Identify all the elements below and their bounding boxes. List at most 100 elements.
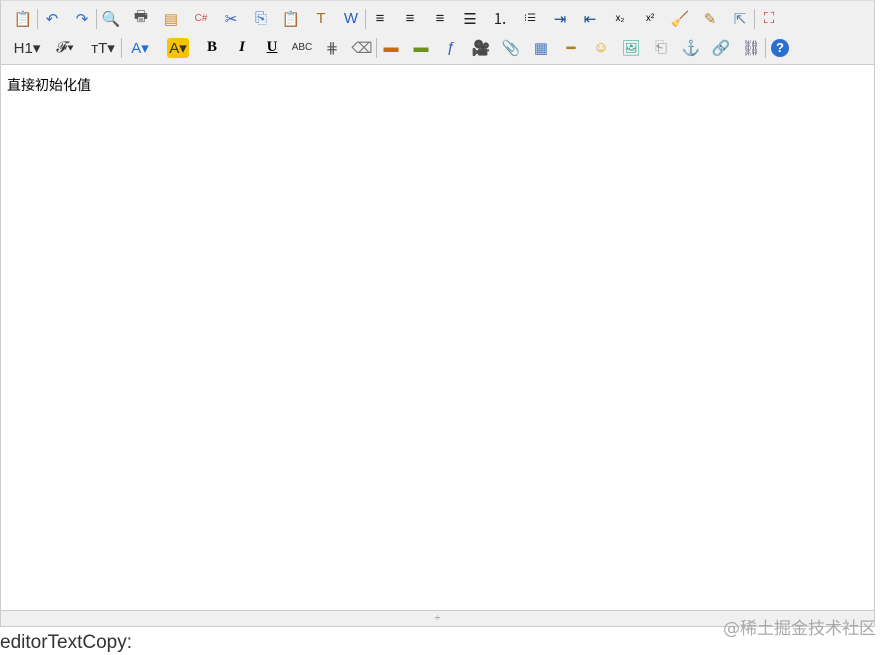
cut-button[interactable]: ✂ [216,7,246,31]
redo-icon: ↷ [75,10,89,28]
image-button[interactable]: ▬ [376,36,406,60]
preview-icon: 🔍 [101,10,121,28]
insertunorderedlist-icon: ⁝☰ [523,13,537,24]
justifyleft-icon: ≡ [375,10,385,27]
indent-button[interactable]: ⇥ [545,7,575,31]
justifyfull-icon: ☰ [463,10,477,28]
fullscreen-button[interactable]: ⛶ [754,7,784,31]
emoticons-icon: ☺ [593,39,609,56]
print-icon: 🖶 [133,8,149,25]
media-button[interactable]: 🎥 [466,36,496,60]
resize-handle-icon[interactable]: ÷ [435,613,441,624]
superscript-icon: x² [645,13,655,24]
baidumap-icon: 🖼 [621,39,641,57]
code-button[interactable]: C# [186,7,216,31]
wordpaste-button[interactable]: W [336,7,366,31]
template-button[interactable]: ▤ [156,7,186,31]
about-icon: ? [771,38,789,57]
strikethrough-button[interactable]: ABC [287,36,317,60]
insertfile-icon: 📎 [501,39,521,57]
insertunorderedlist-button[interactable]: ⁝☰ [515,7,545,31]
formatblock-label: H1▾ [13,39,41,57]
forecolor-button[interactable]: A▾ [121,36,159,60]
copy-button[interactable]: ⎘ [246,7,276,31]
code-icon: C# [194,13,208,24]
justifycenter-button[interactable]: ≡ [395,7,425,31]
removeformat-button[interactable]: ⌫ [347,36,377,60]
multiimage-button[interactable]: ▬ [406,36,436,60]
source-icon: 📋 [13,10,33,28]
flash-icon: ƒ [446,39,456,56]
pagebreak-button[interactable]: ⎗ [646,36,676,60]
baidumap-button[interactable]: 🖼 [616,36,646,60]
insertfile-button[interactable]: 📎 [496,36,526,60]
redo-button[interactable]: ↷ [67,7,97,31]
fontsize-button[interactable]: тT▾ [84,36,122,60]
hilitecolor-label: A▾ [167,37,189,58]
bold-button[interactable]: B [197,36,227,60]
toolbar-row-1: 📋 ↶ ↷ 🔍 🖶 ▤ C# ✂ ⎘ 📋 T W ≡ ≡ ≡ ☰ ⒈ ⁝☰ ⇥ ⇤ x₂ x² 🧹 ✎ ⇱ ⛶ [8,4,874,33]
wordpaste-icon: W [343,10,359,27]
link-button[interactable]: 🔗 [706,36,736,60]
underline-button[interactable]: U [257,36,287,60]
italic-button[interactable]: I [227,36,257,60]
image-icon: ▬ [383,39,399,56]
strikethrough-label: ABC [291,42,313,53]
editor-toolbar: 📋 ↶ ↷ 🔍 🖶 ▤ C# ✂ ⎘ 📋 T W ≡ ≡ ≡ ☰ ⒈ ⁝☰ ⇥ ⇤ x₂ x² 🧹 ✎ ⇱ ⛶ H1▾ 𝓕▾ тT▾ A… [1,1,874,65]
justifyleft-button[interactable]: ≡ [365,7,395,31]
indent-icon: ⇥ [553,10,567,28]
table-button[interactable]: ▦ [526,36,556,60]
subscript-button[interactable]: x₂ [605,7,635,31]
undo-button[interactable]: ↶ [37,7,67,31]
template-icon: ▤ [163,10,179,28]
fontname-button[interactable]: 𝓕▾ [46,36,84,60]
removeformat-icon: ⌫ [351,39,373,57]
preview-button[interactable]: 🔍 [96,7,126,31]
source-button[interactable]: 📋 [8,7,38,31]
justifycenter-icon: ≡ [405,10,415,27]
link-icon: 🔗 [711,39,731,57]
selectall-button[interactable]: ⇱ [725,7,755,31]
flash-button[interactable]: ƒ [436,36,466,60]
rich-text-editor: 📋 ↶ ↷ 🔍 🖶 ▤ C# ✂ ⎘ 📋 T W ≡ ≡ ≡ ☰ ⒈ ⁝☰ ⇥ ⇤ x₂ x² 🧹 ✎ ⇱ ⛶ H1▾ 𝓕▾ тT▾ A… [0,0,875,627]
subscript-icon: x₂ [615,13,625,24]
anchor-button[interactable]: ⚓ [676,36,706,60]
selectall-icon: ⇱ [733,10,747,28]
hr-icon: ━ [566,39,576,57]
hr-button[interactable]: ━ [556,36,586,60]
quickformat-icon: ✎ [703,10,717,28]
paste-button[interactable]: 📋 [276,7,306,31]
fontsize-label: тT▾ [91,39,115,57]
insertorderedlist-button[interactable]: ⒈ [485,7,515,31]
formatblock-button[interactable]: H1▾ [8,36,46,60]
hilitecolor-button[interactable]: A▾ [159,36,197,60]
superscript-button[interactable]: x² [635,7,665,31]
justifyfull-button[interactable]: ☰ [455,7,485,31]
forecolor-label: A▾ [131,39,149,57]
watermark: @稀土掘金技术社区 [723,619,876,639]
clearhtml-icon: 🧹 [670,10,690,28]
multiimage-icon: ▬ [413,39,429,56]
lineheight-button[interactable]: ⋕ [317,36,347,60]
outdent-button[interactable]: ⇤ [575,7,605,31]
plainpaste-button[interactable]: T [306,7,336,31]
unlink-button[interactable]: ⛓ [736,36,766,60]
undo-icon: ↶ [45,10,59,28]
editor-text-copy-label: editorTextCopy: [0,632,133,653]
paste-icon: 📋 [281,10,301,28]
emoticons-button[interactable]: ☺ [586,36,616,60]
toolbar-row-2: H1▾ 𝓕▾ тT▾ A▾ A▾ B I U ABC ⋕ ⌫ ▬ ▬ ƒ 🎥 📎 ▦ ━ ☺ 🖼 ⎗ ⚓ 🔗 ⛓? [8,33,874,62]
about-button[interactable]: ? [765,36,795,60]
unlink-icon: ⛓ [741,39,761,57]
editor-content[interactable]: 直接初始化值 [7,75,91,95]
print-button[interactable]: 🖶 [126,7,156,31]
clearhtml-button[interactable]: 🧹 [665,7,695,31]
justifyright-button[interactable]: ≡ [425,7,455,31]
plainpaste-icon: T [316,10,326,27]
quickformat-button[interactable]: ✎ [695,7,725,31]
justifyright-icon: ≡ [435,10,445,27]
fullscreen-icon: ⛶ [763,10,775,27]
table-icon: ▦ [533,39,549,57]
copy-icon: ⎘ [254,10,267,27]
pagebreak-icon: ⎗ [654,39,667,56]
